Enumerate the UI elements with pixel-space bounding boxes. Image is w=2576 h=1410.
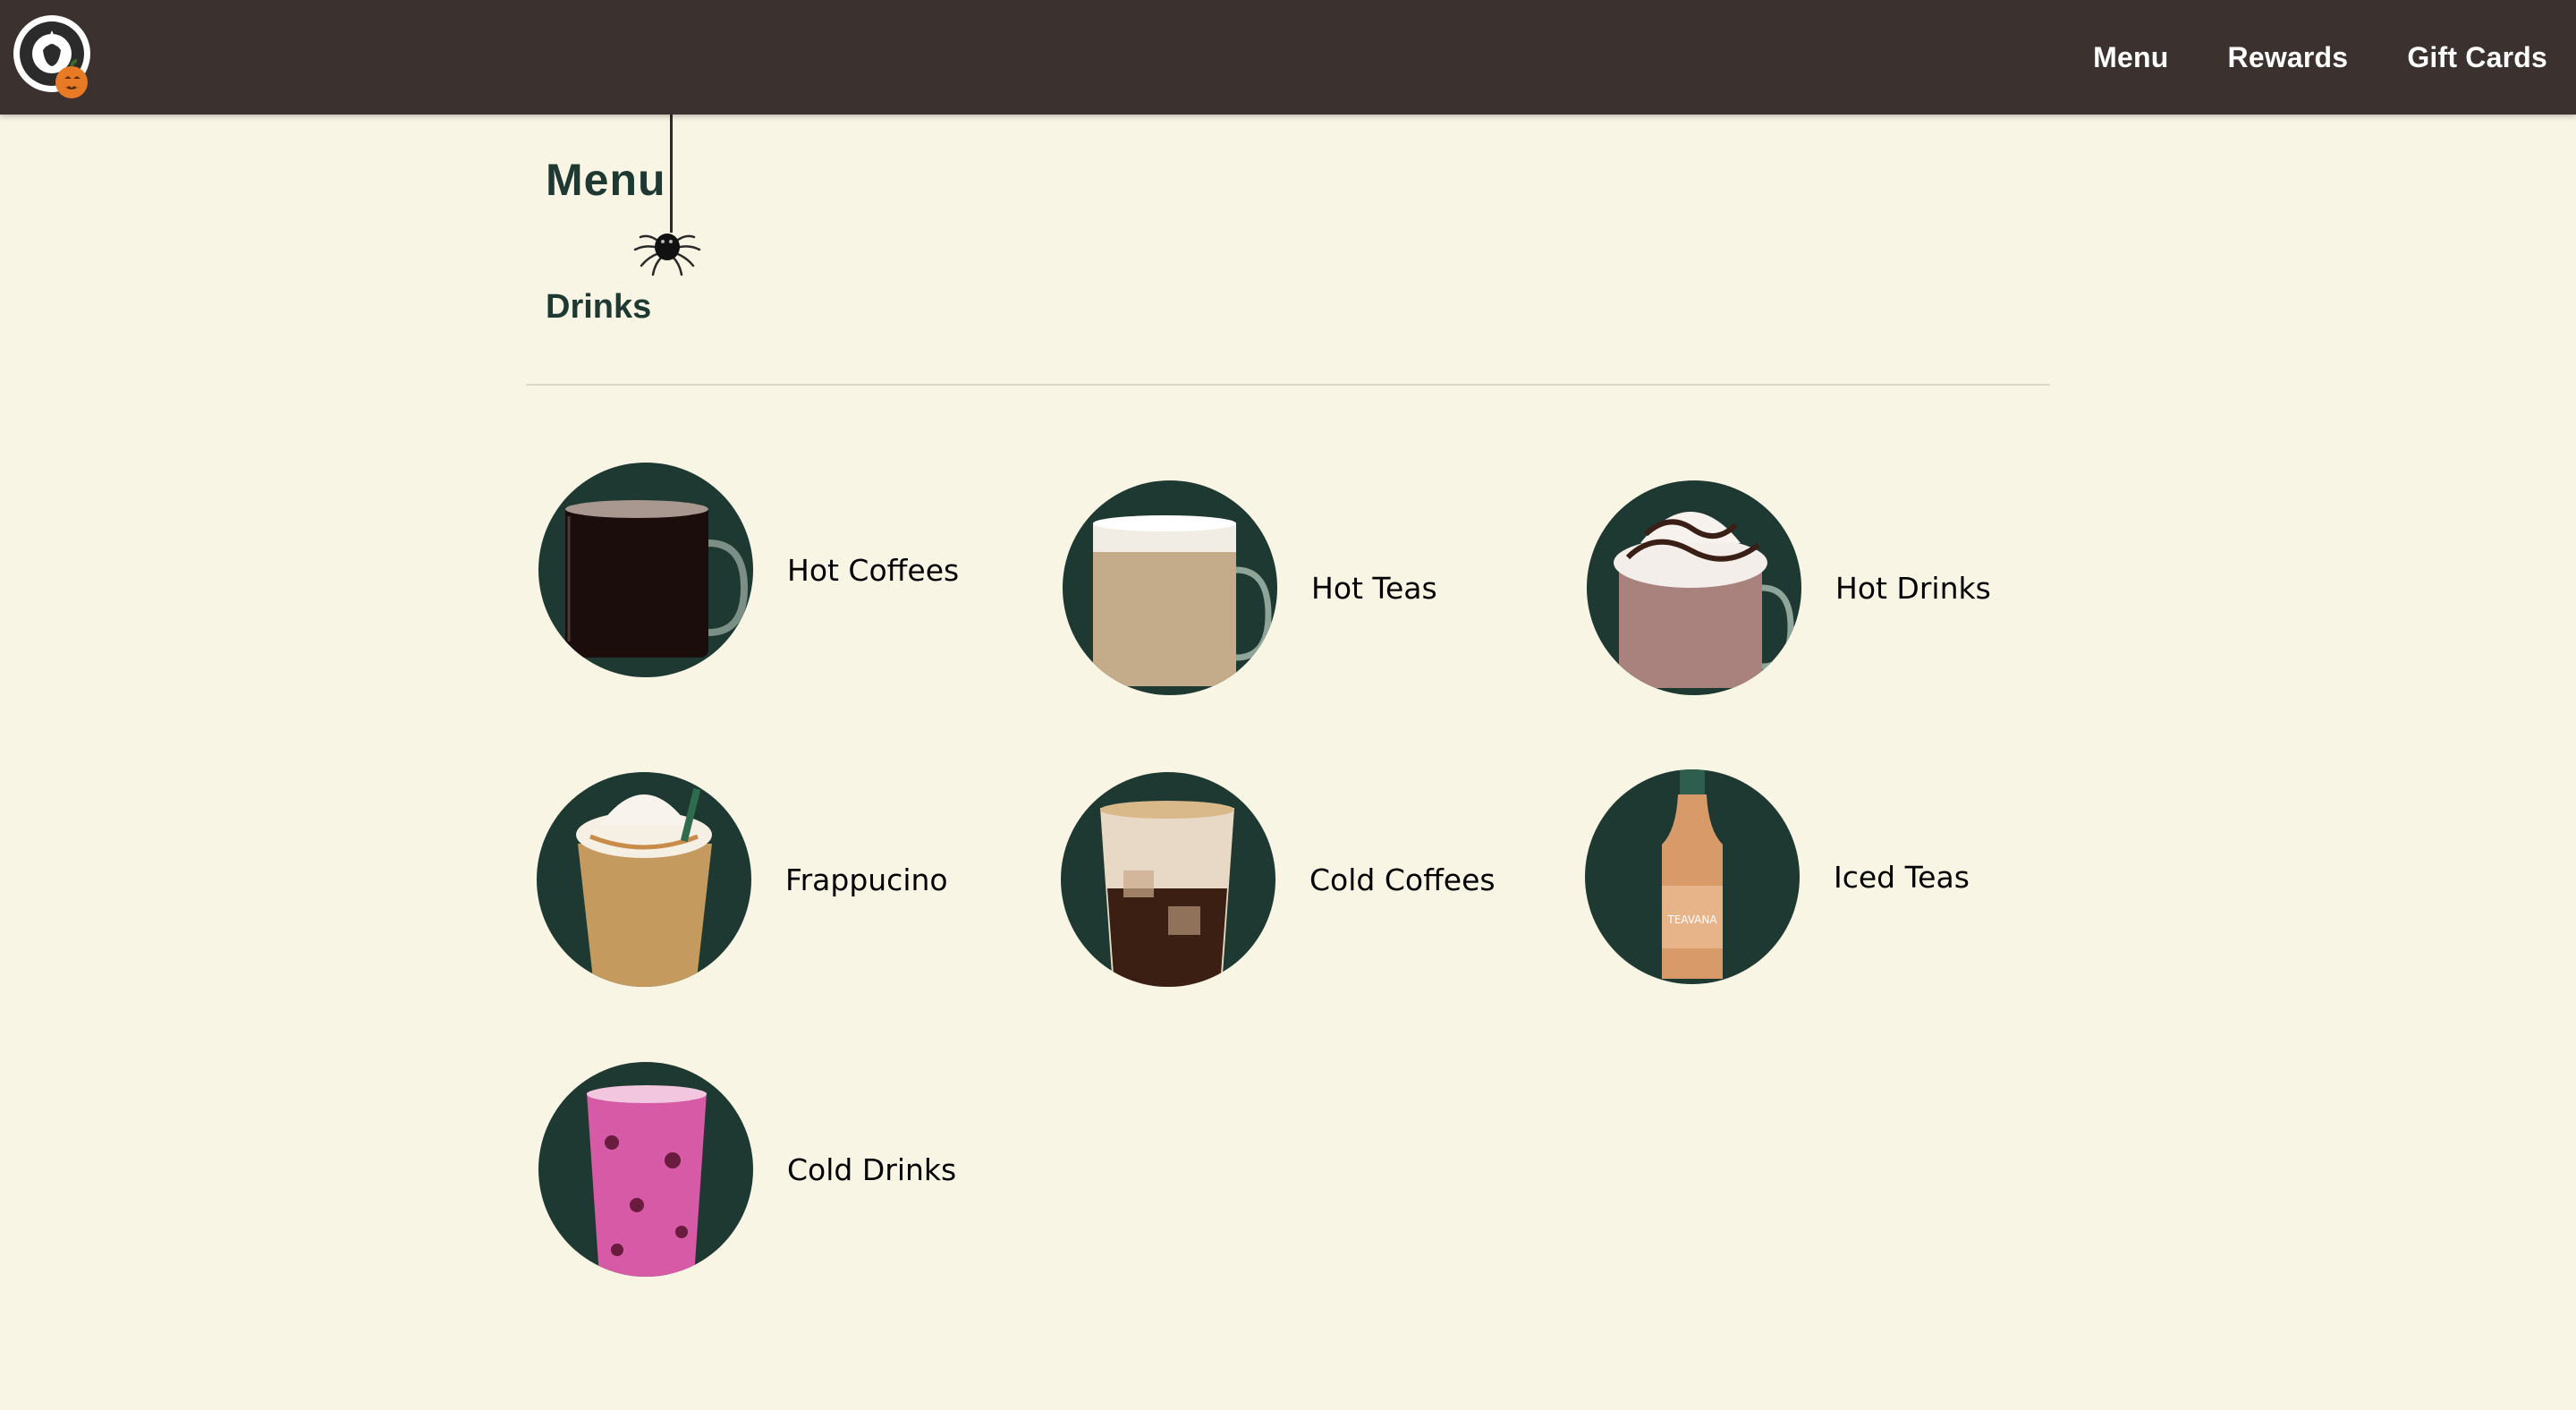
iced-coffee-cup-icon — [1061, 772, 1275, 987]
nav-link-rewards[interactable]: Rewards — [2228, 41, 2349, 74]
nav-link-gift-cards[interactable]: Gift Cards — [2407, 41, 2547, 74]
hot-tea-mug-icon — [1063, 480, 1277, 695]
category-label: Cold Drinks — [787, 1151, 957, 1187]
starbucks-logo-icon[interactable] — [13, 14, 98, 100]
nav-links: Menu Rewards Gift Cards — [2093, 0, 2547, 115]
section-divider — [526, 384, 2050, 386]
hot-coffee-mug-icon — [538, 463, 753, 677]
category-frappucino[interactable]: Frappucino — [537, 772, 948, 987]
iced-tea-bottle-icon: TEAVANA — [1585, 769, 1800, 984]
section-title-drinks: Drinks — [546, 288, 652, 326]
spider-icon — [633, 234, 701, 276]
category-label: Frappucino — [785, 862, 948, 897]
category-label: Hot Teas — [1311, 570, 1437, 606]
nav-link-menu[interactable]: Menu — [2093, 41, 2168, 74]
page-title: Menu — [546, 155, 666, 205]
category-label: Iced Teas — [1834, 859, 1970, 895]
category-label: Cold Coffees — [1309, 862, 1496, 897]
category-iced-teas[interactable]: TEAVANA Iced Teas — [1585, 769, 1970, 984]
svg-text:TEAVANA: TEAVANA — [1666, 913, 1717, 926]
category-label: Hot Coffees — [787, 552, 960, 588]
category-label: Hot Drinks — [1835, 570, 1991, 606]
category-hot-coffees[interactable]: Hot Coffees — [538, 463, 959, 677]
pink-drink-cup-icon — [538, 1062, 753, 1277]
spider-thread — [670, 115, 673, 233]
category-hot-teas[interactable]: Hot Teas — [1063, 480, 1437, 695]
hot-chocolate-mug-icon — [1587, 480, 1801, 695]
category-cold-coffees[interactable]: Cold Coffees — [1061, 772, 1496, 987]
category-hot-drinks[interactable]: Hot Drinks — [1587, 480, 1991, 695]
category-cold-drinks[interactable]: Cold Drinks — [538, 1062, 956, 1277]
top-navbar: Menu Rewards Gift Cards — [0, 0, 2576, 115]
frappuccino-cup-icon — [537, 772, 751, 987]
